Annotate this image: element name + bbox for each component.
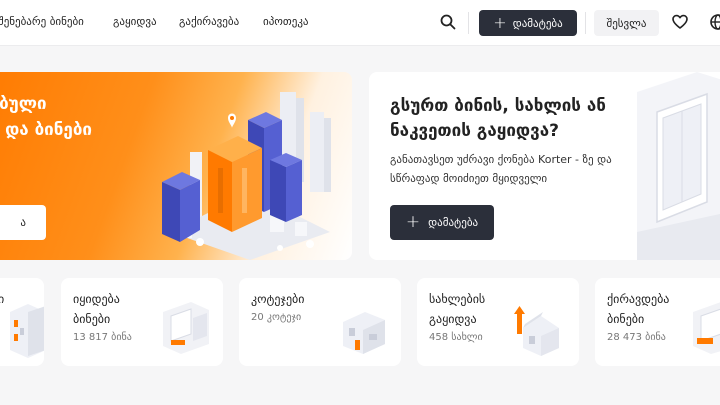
category-title: კოტეჯები [251, 292, 305, 306]
new-buildings-banner[interactable]: ნებული ბი და ბინები ) ა [0, 72, 352, 260]
sell-card-add-label: დამატება [428, 216, 479, 229]
globe-icon[interactable] [708, 12, 720, 32]
isometric-city-illustration [162, 92, 331, 260]
category-count: 458 სახლი [429, 332, 483, 343]
category-card-new-buildings[interactable]: ი [0, 278, 44, 366]
add-listing-label: დამატება [512, 16, 563, 30]
plus-icon: + [493, 13, 507, 32]
room-interior-illustration [637, 72, 720, 260]
sell-card-add-button[interactable]: + დამატება [390, 205, 494, 240]
category-count: 13 817 ბინა [73, 332, 132, 343]
category-title: სახლების გაყიდვა [429, 292, 486, 326]
cottage-illustration [343, 312, 385, 354]
category-card-houses-for-sale[interactable]: სახლების გაყიდვა 458 სახლი [417, 278, 579, 366]
plus-icon: + [405, 212, 421, 232]
nav-sale[interactable]: გაყიდვა [113, 15, 157, 28]
header-divider [585, 12, 586, 34]
nav-new-buildings[interactable]: შენებარე ბინები [0, 15, 84, 28]
search-icon[interactable] [438, 12, 458, 32]
category-card-apartments-for-rent[interactable]: ქირავდება ბინები 28 473 ბინა [595, 278, 720, 366]
rental-room-illustration [693, 302, 720, 354]
add-listing-button[interactable]: + დამატება [479, 10, 577, 36]
apartment-block-illustration [10, 304, 44, 358]
category-card-cottages[interactable]: კოტეჯები 20 კოტეჯი [239, 278, 401, 366]
sell-property-card: გსურთ ბინის, სახლის ან ნაკვეთის გაყიდვა?… [369, 72, 720, 260]
house-illustration [514, 306, 559, 356]
category-count: 20 კოტეჯი [251, 312, 302, 323]
top-header: შენებარე ბინები გაყიდვა გაქირავება იპოთე… [0, 0, 720, 46]
category-count: 28 473 ბინა [607, 332, 666, 343]
category-title: ქირავდება ბინები [607, 292, 670, 326]
banner-button[interactable]: ა [0, 205, 46, 240]
heart-icon[interactable] [670, 12, 690, 32]
category-card-apartments-for-sale[interactable]: იყიდება ბინები 13 817 ბინა [61, 278, 223, 366]
sell-card-title: გსურთ ბინის, სახლის ან ნაკვეთის გაყიდვა? [390, 96, 606, 141]
nav-rent[interactable]: გაქირავება [179, 15, 239, 28]
category-title: იყიდება ბინები [73, 292, 120, 326]
header-divider [468, 12, 469, 34]
apartment-room-illustration [163, 302, 209, 354]
category-title: ი [0, 292, 5, 306]
nav-mortgage[interactable]: იპოთეკა [263, 15, 309, 28]
login-button[interactable]: შესვლა [594, 10, 659, 36]
sell-card-subtitle: განათავსეთ უძრავი ქონება Korter - ზე და … [390, 153, 612, 186]
